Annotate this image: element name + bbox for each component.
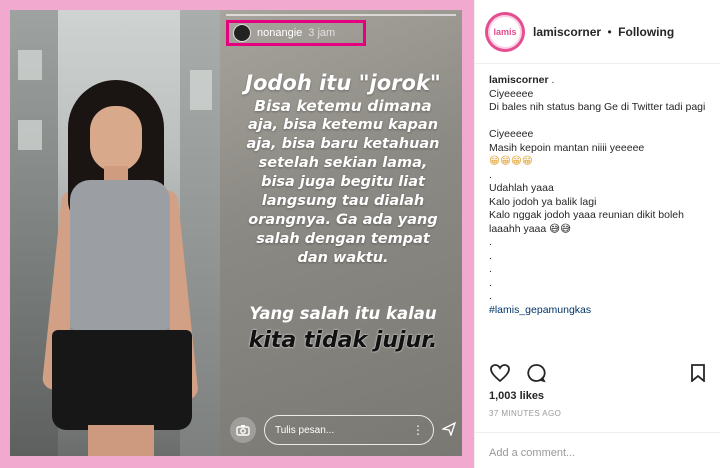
camera-icon[interactable] bbox=[230, 417, 256, 443]
caption-line: Ciyeeeee bbox=[489, 87, 534, 100]
following-button[interactable]: Following bbox=[618, 25, 674, 39]
likes-count[interactable]: 1,003 likes bbox=[489, 390, 544, 402]
grey-top bbox=[70, 180, 170, 330]
more-options-icon[interactable]: ⋮ bbox=[412, 423, 424, 437]
story-line: setelah sekian lama, bbox=[258, 155, 428, 171]
caption-line: Kalo jodoh ya balik lagi bbox=[489, 195, 597, 208]
comment-bar bbox=[475, 432, 720, 468]
caption-line: Ciyeeeee bbox=[489, 128, 534, 140]
caption-line: . bbox=[489, 168, 492, 181]
caption-line bbox=[489, 115, 706, 129]
caption-suffix: . bbox=[548, 74, 555, 86]
story-title: Jodoh itu "jorok" bbox=[245, 71, 441, 95]
story-quote-line-1: Yang salah itu kalau bbox=[249, 304, 437, 323]
comment-input[interactable] bbox=[489, 447, 707, 459]
caption-line: . bbox=[489, 290, 492, 302]
story-line: salah dengan tempat bbox=[256, 231, 430, 247]
story-avatar bbox=[233, 24, 251, 42]
caption-line: . bbox=[489, 276, 492, 289]
black-skirt bbox=[52, 330, 192, 430]
story-time: 3 jam bbox=[308, 27, 336, 39]
caption-line: Udahlah yaaa bbox=[489, 182, 554, 194]
caption-line: Di bales nih status bang Ge di Twitter t… bbox=[489, 101, 706, 113]
story-user-highlight: nonangie 3 jam bbox=[226, 20, 366, 46]
bookmark-icon[interactable] bbox=[687, 362, 709, 384]
story-reply-bar: Tulis pesan... ⋮ bbox=[230, 414, 457, 446]
avatar-logo: lamis bbox=[488, 14, 522, 49]
post-actions bbox=[489, 362, 709, 384]
header-username[interactable]: lamiscorner bbox=[533, 25, 601, 39]
comment-bubble-icon[interactable] bbox=[525, 362, 547, 384]
story-line: orangnya. Ga ada yang bbox=[248, 212, 438, 228]
story-progress-bar bbox=[226, 14, 456, 16]
window bbox=[18, 120, 42, 150]
story-message-input[interactable]: Tulis pesan... ⋮ bbox=[264, 415, 434, 445]
caption-emoji-line: 😁😁😁😁 bbox=[489, 155, 533, 167]
caption-line: . bbox=[489, 263, 492, 275]
caption-line: Masih kepoin mantan niiii yeeeee bbox=[489, 141, 645, 154]
window bbox=[18, 50, 42, 80]
post-caption: lamiscorner . Ciyeeeee Di bales nih stat… bbox=[475, 64, 720, 358]
post-header: lamis lamiscorner • Following bbox=[475, 0, 720, 64]
story-quote-line-2: kita tidak jujur. bbox=[248, 328, 438, 353]
story-line: langsung tau dialah bbox=[261, 193, 425, 209]
legs bbox=[88, 425, 154, 456]
story-line: Bisa ketemu dimana bbox=[254, 97, 432, 115]
caption-line: . bbox=[489, 249, 492, 262]
story-username: nonangie bbox=[257, 27, 303, 39]
caption-line: Kalo nggak jodoh yaaa reunian dikit bole… bbox=[489, 209, 684, 235]
caption-username[interactable]: lamiscorner bbox=[489, 74, 549, 86]
story-screenshot: nonangie 3 jam Jodoh itu "jorok" Bisa ke… bbox=[220, 10, 462, 456]
story-line: aja, bisa ketemu kapan bbox=[247, 117, 439, 133]
person-figure bbox=[41, 80, 199, 456]
send-icon[interactable] bbox=[440, 421, 457, 439]
face bbox=[90, 106, 142, 172]
story-quote: Yang salah itu kalau kita tidak jujur. bbox=[230, 302, 456, 356]
story-line: dan waktu. bbox=[297, 250, 389, 266]
post-media[interactable]: nonangie 3 jam Jodoh itu "jorok" Bisa ke… bbox=[10, 10, 462, 456]
message-placeholder: Tulis pesan... bbox=[275, 424, 335, 436]
story-line: bisa juga begitu liat bbox=[261, 174, 425, 190]
like-heart-icon[interactable] bbox=[489, 362, 511, 384]
story-text: Jodoh itu "jorok" Bisa ketemu dimana aja… bbox=[230, 70, 456, 268]
media-frame: nonangie 3 jam Jodoh itu "jorok" Bisa ke… bbox=[0, 0, 474, 468]
caption-hashtag[interactable]: #lamis_gepamungkas bbox=[489, 304, 706, 318]
avatar[interactable]: lamis bbox=[485, 11, 525, 52]
story-line: aja, bisa baru ketahuan bbox=[246, 136, 440, 152]
post-sidebar: lamis lamiscorner • Following lamiscorne… bbox=[474, 0, 720, 468]
header-separator: • bbox=[607, 24, 612, 39]
caption-header: lamiscorner . bbox=[489, 74, 706, 88]
post-timestamp: 37 MINUTES AGO bbox=[489, 409, 562, 418]
photo-left bbox=[10, 10, 220, 456]
caption-line: . bbox=[489, 236, 492, 248]
